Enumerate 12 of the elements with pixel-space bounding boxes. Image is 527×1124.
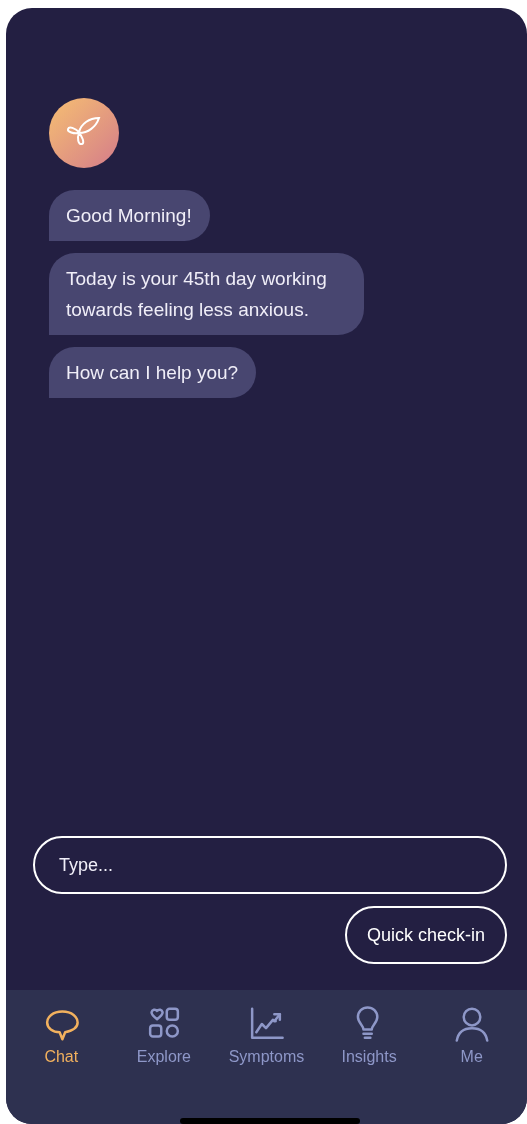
message-input[interactable]: Type... (33, 836, 507, 894)
nav-tab[interactable]: Me (420, 1002, 523, 1070)
chat-message: How can I help you? (49, 347, 257, 398)
person-icon (453, 1006, 490, 1042)
nav-tab[interactable]: Symptoms (215, 1002, 318, 1070)
nav-tab[interactable]: Insights (317, 1002, 421, 1070)
chat-message: Good Morning! (49, 190, 210, 241)
chat-message: Today is your 45th day working towards feeling less anxious. (49, 253, 364, 335)
nav-tab[interactable]: Explore (112, 1002, 216, 1070)
nav-tab[interactable]: Chat (10, 1002, 113, 1070)
line-chart-icon (248, 1006, 285, 1042)
quick-check-in-button[interactable]: Quick check-in (344, 906, 507, 964)
